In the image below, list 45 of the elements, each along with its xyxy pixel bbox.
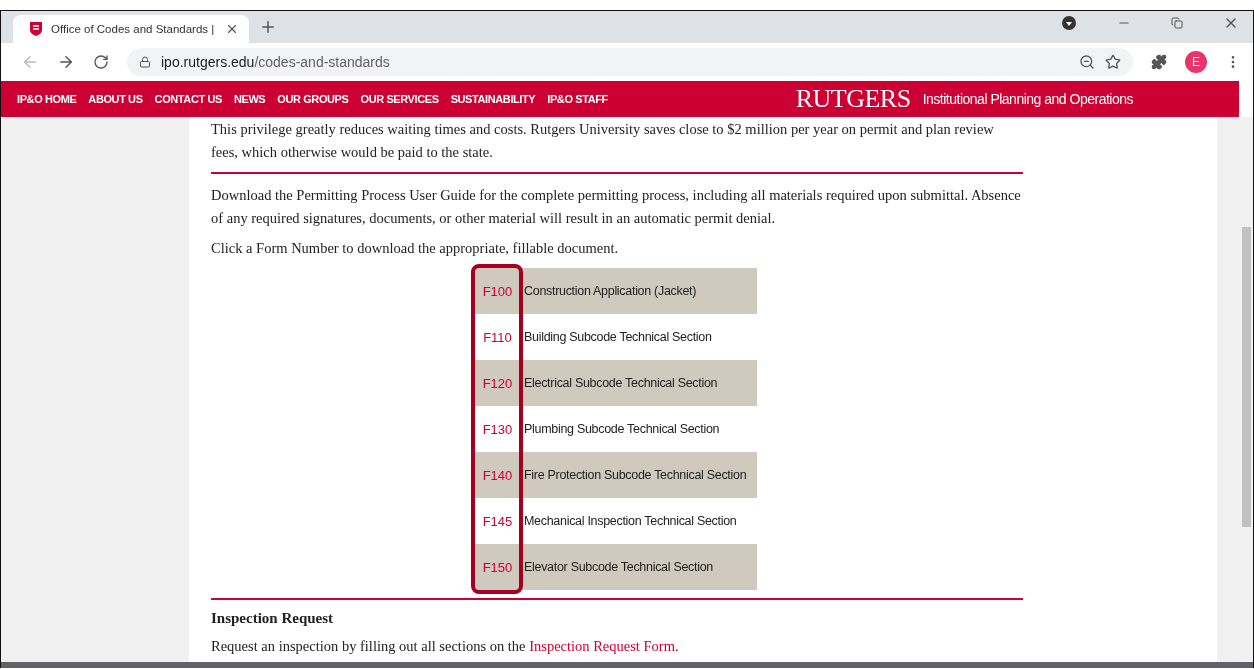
form-title: Building Subcode Technical Section	[524, 330, 712, 344]
form-number-link[interactable]: F120	[475, 375, 520, 391]
form-number-link[interactable]: F100	[475, 283, 520, 299]
tab-title: Office of Codes and Standards |	[51, 23, 216, 35]
form-number-link[interactable]: F145	[475, 513, 520, 529]
nav-link[interactable]: OUR SERVICES	[360, 93, 439, 105]
nav-link[interactable]: CONTACT US	[154, 93, 222, 105]
browser-tab[interactable]: Office of Codes and Standards |	[13, 15, 249, 43]
site-subtitle: Institutional Planning and Operations	[922, 91, 1133, 107]
zoom-out-icon[interactable]	[1079, 54, 1095, 70]
restore-icon[interactable]	[1171, 17, 1183, 29]
nav-link[interactable]: IP&O STAFF	[547, 93, 608, 105]
section-heading: Inspection Request	[211, 610, 335, 627]
new-tab-icon[interactable]	[259, 18, 277, 36]
form-title: Mechanical Inspection Technical Section	[524, 514, 737, 528]
form-title: Plumbing Subcode Technical Section	[524, 422, 720, 436]
paragraph: Download the Permitting Process User Guide for the complete permitting process, including all materials required upon submittal. Absence of any required signatures, documents, or other material will result in an automatic permit denial.	[211, 186, 1022, 228]
forward-icon[interactable]	[57, 53, 75, 71]
form-title: Elevator Subcode Technical Section	[524, 560, 713, 574]
nav-link[interactable]: ABOUT US	[88, 93, 143, 105]
paragraph: This privilege greatly reduces waiting times and costs. Rutgers University saves close to $2 million per year on permit and plan review fees, which otherwise would be paid to the state.	[211, 120, 995, 162]
nav-link[interactable]: SUSTAINABILITY	[450, 93, 536, 105]
form-number-link[interactable]: F150	[475, 559, 520, 575]
close-icon[interactable]	[225, 22, 239, 36]
lock-icon	[139, 56, 151, 68]
puzzle-icon[interactable]	[1151, 54, 1167, 70]
nav-link[interactable]: OUR GROUPS	[277, 93, 349, 105]
paragraph: Request an inspection by filling out all sections on the Inspection Request Form.	[211, 637, 680, 656]
star-icon[interactable]	[1105, 54, 1121, 70]
logo[interactable]: RUTGERS	[795, 84, 911, 114]
form-number-link[interactable]: F140	[475, 467, 520, 483]
inspection-form-link[interactable]: Inspection Request Form.	[529, 638, 679, 654]
reload-icon[interactable]	[93, 54, 109, 70]
form-number-link[interactable]: F110	[475, 329, 520, 345]
form-number-link[interactable]: F130	[475, 421, 520, 437]
instruction-text: Click a Form Number to download the appropriate, fillable document.	[211, 239, 620, 258]
form-title: Construction Application (Jacket)	[524, 284, 697, 298]
shield-icon	[29, 21, 43, 37]
nav-link[interactable]: NEWS	[233, 93, 266, 105]
profile-avatar[interactable]: E	[1185, 51, 1207, 73]
nav-link[interactable]: IP&O HOME	[17, 93, 77, 105]
media-icon[interactable]	[1061, 15, 1077, 31]
address-bar[interactable]: ipo.rutgers.edu/codes-and-standards	[127, 48, 1133, 76]
form-title: Fire Protection Subcode Technical Section	[524, 468, 747, 482]
form-title: Electrical Subcode Technical Section	[524, 376, 718, 390]
